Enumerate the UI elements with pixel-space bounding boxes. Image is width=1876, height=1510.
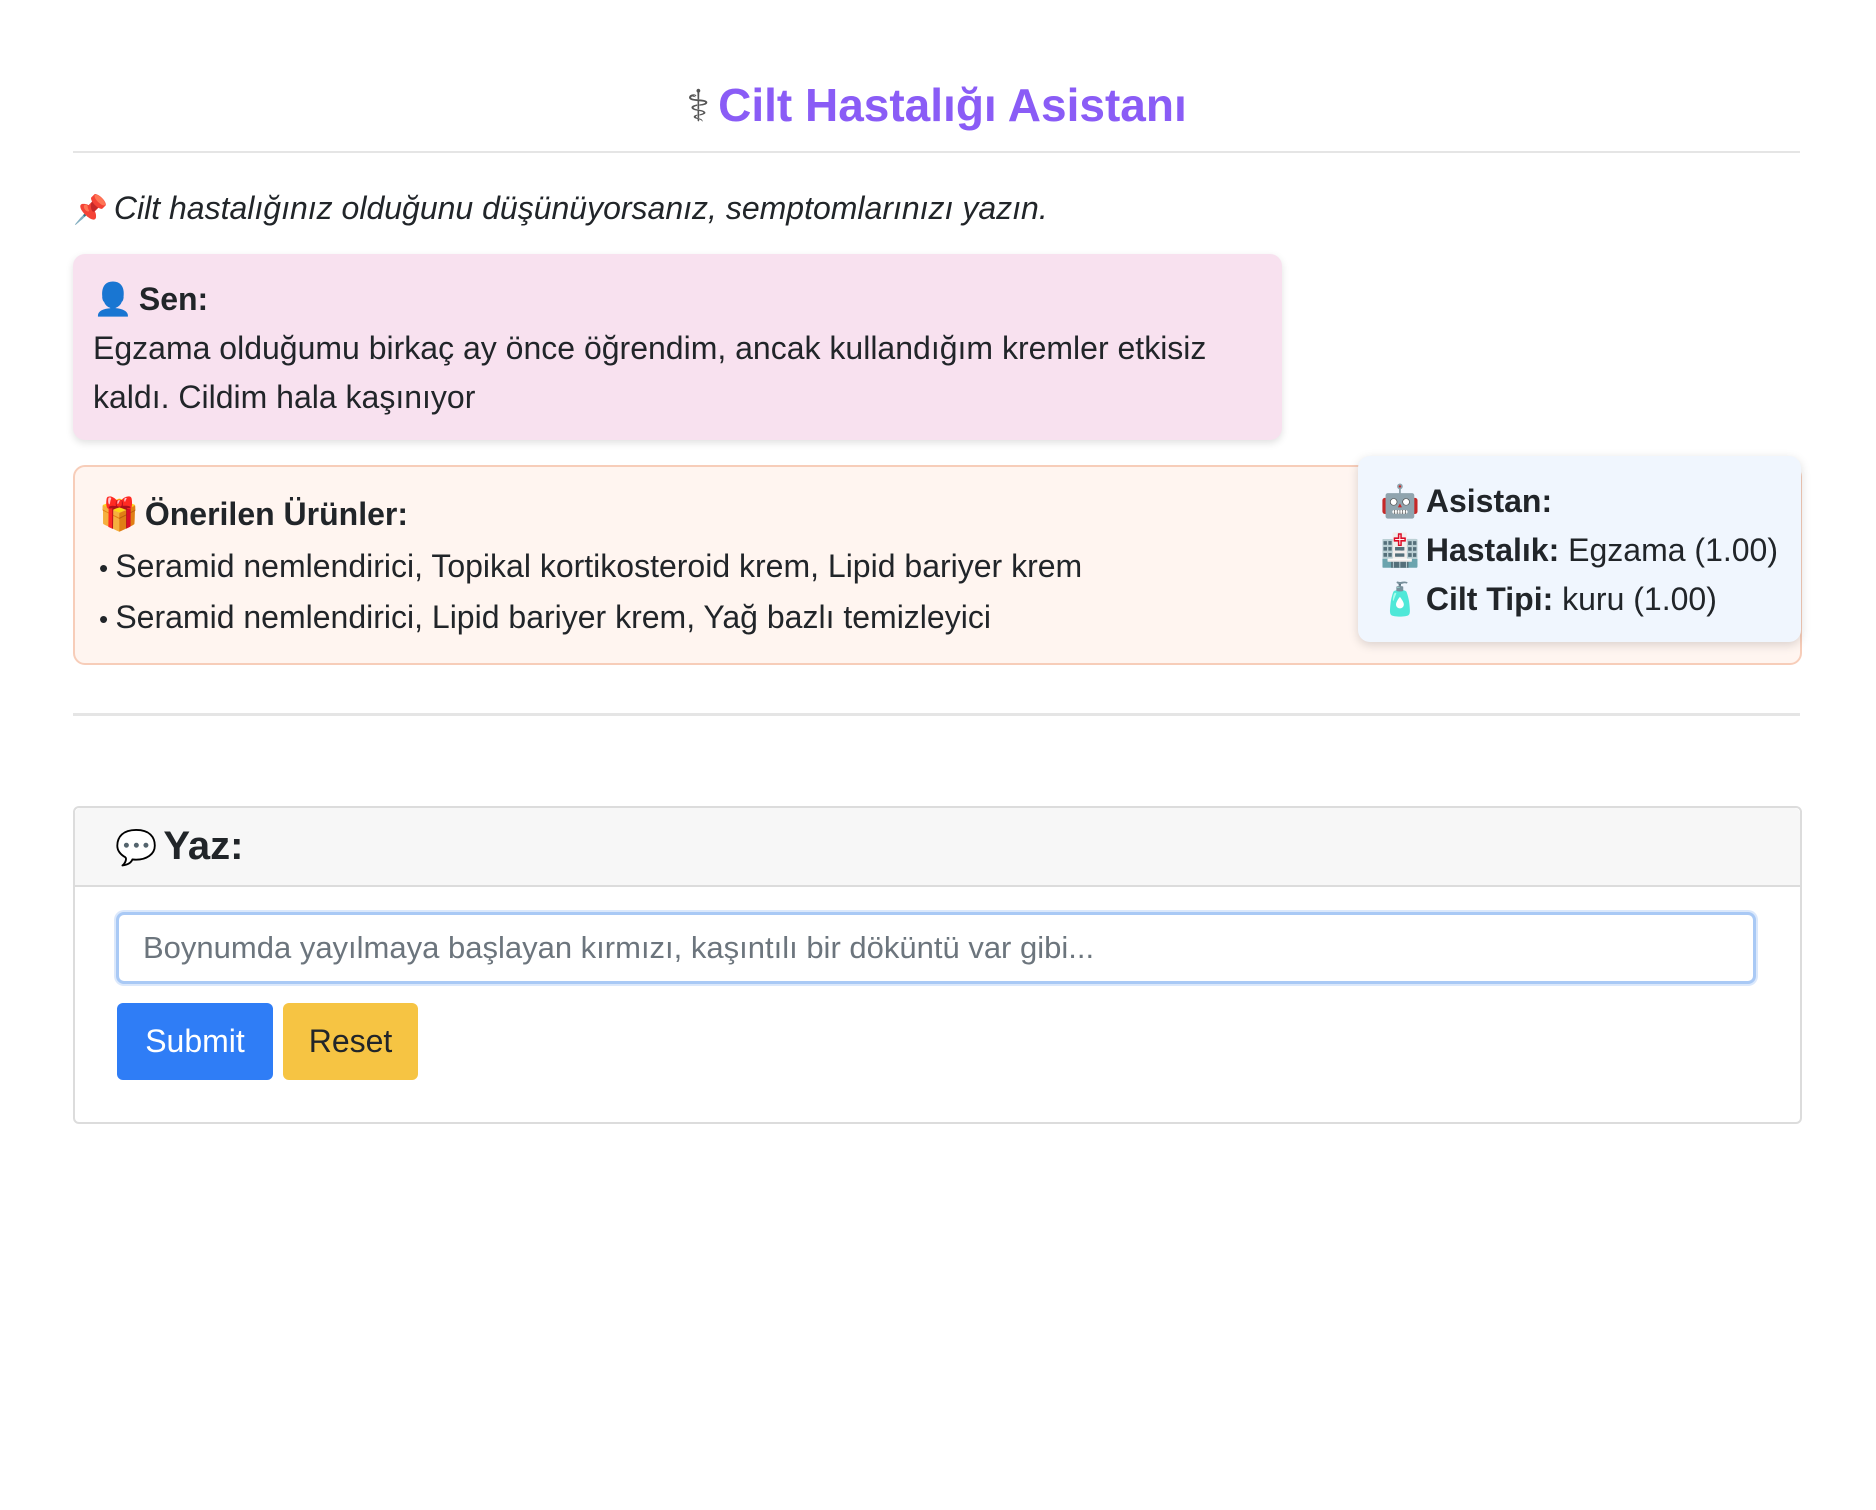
instruction-text: 📌 Cilt hastalığınız olduğunu düşünüyorsan… bbox=[73, 190, 1048, 227]
pushpin-icon: 📌 bbox=[73, 193, 108, 226]
disease-value: Egzama (1.00) bbox=[1568, 532, 1778, 568]
form-title: 💬 Yaz: bbox=[115, 824, 243, 869]
user-silhouette-icon: 👤 bbox=[93, 280, 133, 318]
products-header: 🎁 Önerilen Ürünler: bbox=[99, 495, 408, 533]
section-divider bbox=[73, 713, 1800, 716]
page-title-text: Cilt Hastalığı Asistanı bbox=[718, 79, 1187, 131]
symptom-input[interactable] bbox=[116, 912, 1756, 984]
page-title: ⚕ Cilt Hastalığı Asistanı bbox=[73, 78, 1800, 132]
disease-label: Hastalık: bbox=[1425, 532, 1560, 568]
disease-row: 🏥 Hastalık: Egzama (1.00) bbox=[1380, 531, 1778, 569]
skin-type-label: Cilt Tipi: bbox=[1425, 581, 1554, 617]
products-label: Önerilen Ürünler: bbox=[144, 496, 408, 532]
user-message-card: 👤 Sen: Egzama olduğumu birkaç ay önce öğr… bbox=[73, 254, 1282, 440]
chat-form: 💬Yaz: Submit Reset bbox=[73, 806, 1802, 1124]
list-item: Seramid nemlendirici, Lipid bariyer krem… bbox=[99, 593, 1082, 644]
form-label: Yaz: bbox=[163, 824, 244, 868]
assistant-response-card: 🤖 Asistan: 🏥 Hastalık: Egzama (1.00) 🧴 Cilt… bbox=[1358, 456, 1801, 642]
lotion-bottle-icon: 🧴 bbox=[1380, 580, 1420, 618]
instruction-label: Cilt hastalığınız olduğunu düşünüyorsanı… bbox=[113, 190, 1048, 226]
header: ⚕ Cilt Hastalığı Asistanı bbox=[73, 70, 1800, 153]
reset-button[interactable]: Reset bbox=[283, 1003, 418, 1080]
user-message-header: 👤 Sen: bbox=[93, 280, 208, 318]
list-item: Seramid nemlendirici, Topikal kortikoste… bbox=[99, 542, 1082, 593]
stethoscope-icon: ⚕ bbox=[686, 81, 711, 132]
skin-type-value: kuru (1.00) bbox=[1562, 581, 1717, 617]
submit-button[interactable]: Submit bbox=[117, 1003, 273, 1080]
products-list: Seramid nemlendirici, Topikal kortikoste… bbox=[99, 542, 1082, 644]
assistant-label: Asistan: bbox=[1425, 483, 1553, 519]
robot-icon: 🤖 bbox=[1380, 482, 1420, 520]
user-message-text: Egzama olduğumu birkaç ay önce öğrendim,… bbox=[93, 330, 1207, 415]
speech-bubble-icon: 💬 bbox=[115, 828, 158, 868]
gift-icon: 🎁 bbox=[99, 495, 139, 533]
skin-type-row: 🧴 Cilt Tipi: kuru (1.00) bbox=[1380, 580, 1717, 618]
user-label: Sen: bbox=[138, 281, 209, 317]
hospital-icon: 🏥 bbox=[1380, 531, 1420, 569]
assistant-header: 🤖 Asistan: bbox=[1380, 482, 1552, 520]
form-header: 💬 Yaz: bbox=[75, 808, 1800, 887]
